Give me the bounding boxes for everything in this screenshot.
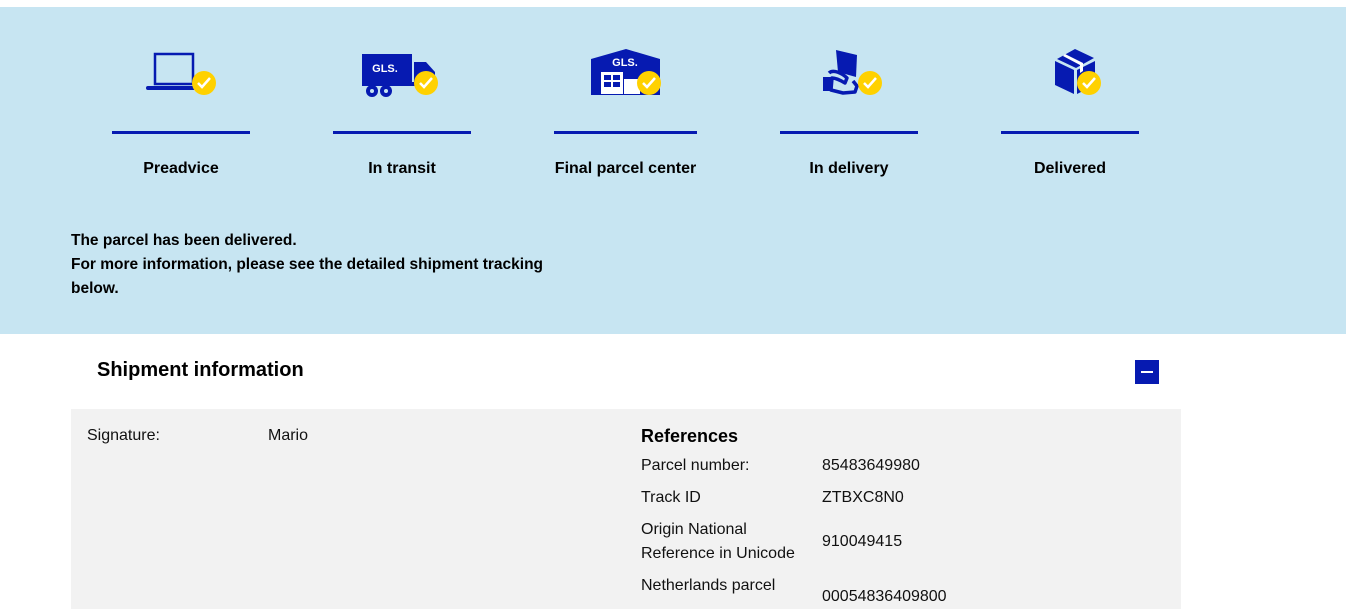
step-progress-bar (780, 131, 918, 134)
status-message-line: below. (71, 280, 119, 297)
delivery-status-message: The parcel has been delivered. For more … (71, 229, 591, 301)
signature-label: Signature: (87, 427, 160, 444)
step-label: In transit (368, 160, 436, 177)
panel-title: Shipment information (97, 359, 304, 381)
tracking-progress-banner: Preadvice GLS. In transit GLS. Final par… (0, 7, 1346, 334)
status-message-line: The parcel has been delivered. (71, 232, 297, 249)
warehouse-check-icon: GLS. (590, 49, 661, 95)
step-label: Preadvice (143, 160, 219, 177)
shipment-info-header[interactable]: Shipment information (71, 335, 1181, 409)
hand-parcel-check-icon (823, 50, 882, 95)
reference-value: 910049415 (822, 533, 903, 550)
reference-label: Parcel number: (641, 457, 750, 474)
box-check-icon (1055, 49, 1101, 95)
laptop-check-icon (146, 52, 216, 95)
step-label: In delivery (809, 160, 889, 177)
signature-value: Mario (268, 427, 309, 444)
svg-text:GLS.: GLS. (612, 57, 638, 69)
references-title: References (641, 426, 739, 446)
step-progress-bar (333, 131, 471, 134)
step-progress-bar (554, 131, 697, 134)
shipment-info-body: Signature: Mario References Parcel numbe… (71, 409, 1181, 609)
step-label: Final parcel center (554, 160, 697, 177)
reference-value: 00054836409800 (822, 588, 947, 605)
reference-label: Track ID (641, 489, 701, 506)
reference-value: 85483649980 (822, 457, 920, 474)
step-progress-bar (112, 131, 250, 134)
status-message-line: For more information, please see the det… (71, 256, 544, 273)
collapse-button[interactable] (1135, 360, 1159, 384)
step-label: Delivered (1033, 160, 1107, 177)
truck-check-icon: GLS. (362, 54, 438, 97)
reference-label: Netherlands parcel (641, 577, 776, 594)
step-progress-bar (1001, 131, 1139, 134)
svg-text:GLS.: GLS. (372, 63, 398, 75)
reference-label: Origin National Reference in Unicode (641, 521, 795, 562)
reference-value: ZTBXC8N0 (822, 489, 904, 506)
